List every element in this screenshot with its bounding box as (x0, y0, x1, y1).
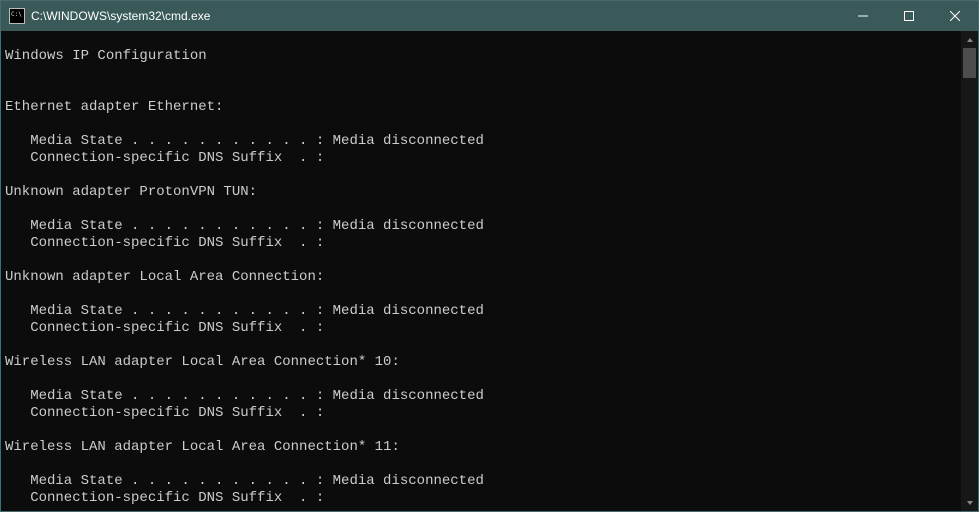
minimize-button[interactable] (840, 1, 886, 31)
console-output[interactable]: Windows IP Configuration Ethernet adapte… (1, 31, 960, 511)
titlebar[interactable]: C:\ C:\WINDOWS\system32\cmd.exe (1, 1, 978, 31)
close-button[interactable] (932, 1, 978, 31)
scrollbar-thumb[interactable] (963, 48, 976, 78)
cmd-window: C:\ C:\WINDOWS\system32\cmd.exe Windows … (0, 0, 979, 512)
svg-text:C:\: C:\ (11, 11, 22, 18)
vertical-scrollbar[interactable] (961, 31, 978, 511)
scrollbar-up-arrow-icon[interactable] (961, 31, 978, 48)
window-title: C:\WINDOWS\system32\cmd.exe (31, 9, 210, 23)
scrollbar-down-arrow-icon[interactable] (961, 494, 978, 511)
maximize-button[interactable] (886, 1, 932, 31)
cmd-app-icon: C:\ (9, 8, 25, 24)
client-area: Windows IP Configuration Ethernet adapte… (1, 31, 978, 511)
